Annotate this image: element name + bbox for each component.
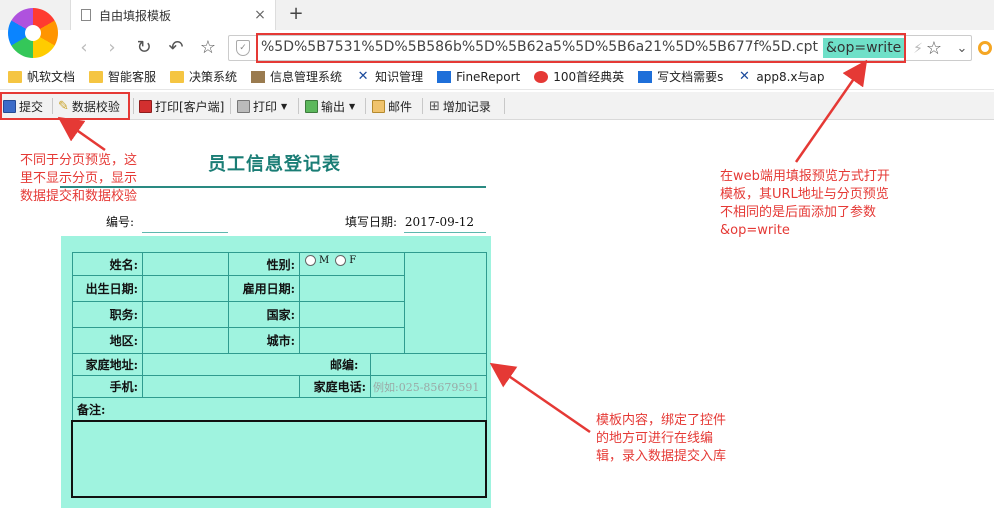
arrow-to-template	[489, 362, 591, 434]
arrow-to-toolbar	[57, 116, 106, 152]
annotation-arrows	[57, 59, 868, 434]
arrow-to-url	[794, 59, 868, 163]
